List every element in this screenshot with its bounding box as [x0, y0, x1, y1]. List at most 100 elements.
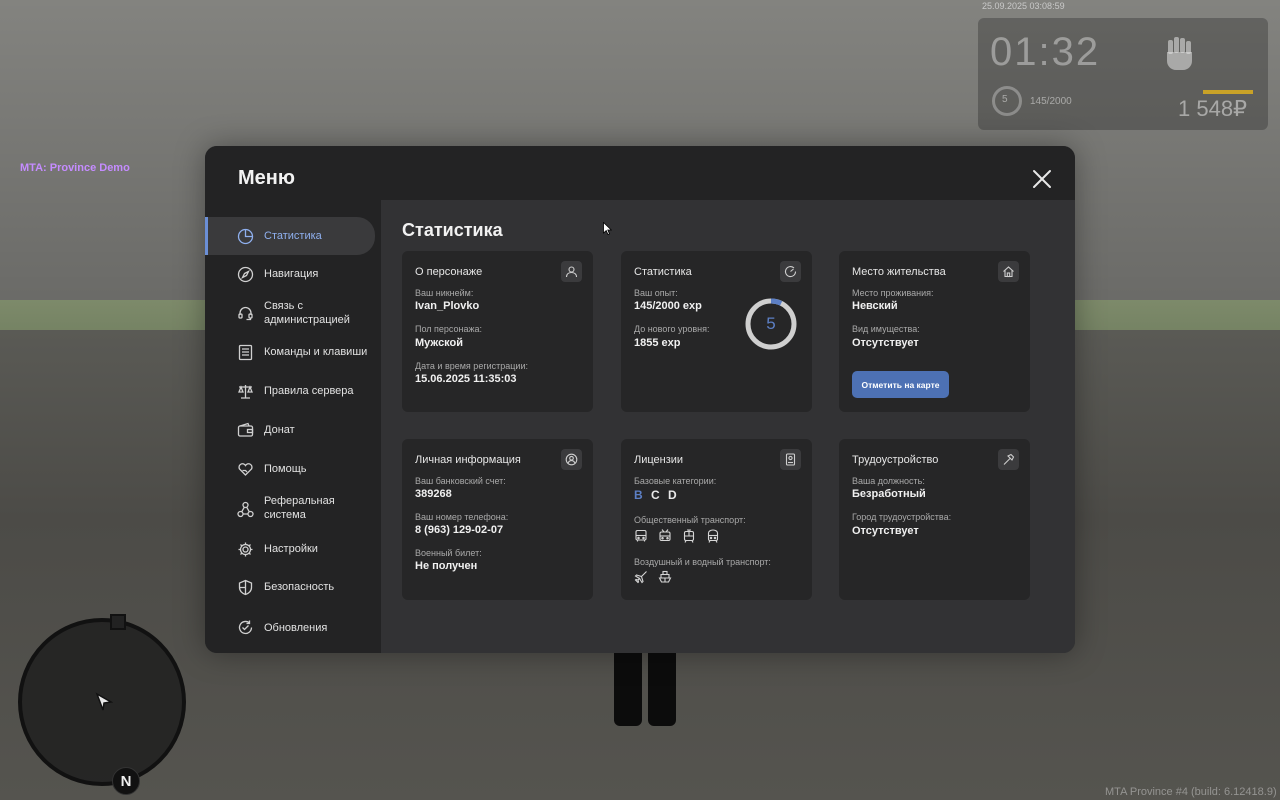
card-residence: Место жительства Место проживания: Невск… [839, 251, 1030, 412]
sidebar-item-label: Правила сервера [264, 385, 354, 397]
sidebar-item-label: Безопасность [264, 581, 335, 593]
bus-icon [634, 529, 648, 543]
hammer-icon [998, 449, 1019, 470]
heart-hand-icon [237, 461, 254, 478]
fist-icon [1164, 36, 1194, 74]
close-icon [1033, 170, 1051, 188]
sidebar-item-label: Статистика [264, 230, 322, 242]
menu-sidebar: Статистика Навигация Связь с администрац… [205, 200, 381, 653]
sidebar-item-rules[interactable]: Правила сервера [205, 371, 375, 411]
player-character [610, 652, 680, 730]
sidebar-item-admin-contact[interactable]: Связь с администрацией [205, 293, 375, 333]
level-value: 5 [766, 314, 776, 333]
sidebar-item-label: Навигация [264, 268, 319, 280]
card-title: О персонаже [415, 266, 483, 278]
military-label: Военный билет: [415, 548, 482, 558]
hud-money-bar [1203, 90, 1253, 94]
mark-on-map-button[interactable]: Отметить на карте [852, 371, 949, 398]
card-employment: Трудоустройство Ваша должность: Безработ… [839, 439, 1030, 600]
sidebar-item-referral[interactable]: Реферальная система [205, 489, 375, 529]
hud-timestamp: 25.09.2025 03:08:59 [982, 1, 1065, 11]
gauge-icon [780, 261, 801, 282]
position-label: Ваша должность: [852, 476, 925, 486]
id-card-icon [780, 449, 801, 470]
work-city-label: Город трудоустройства: [852, 512, 952, 522]
place-value: Невский [852, 300, 898, 312]
headset-icon [237, 305, 254, 322]
military-value: Не получен [415, 560, 478, 572]
gear-icon [237, 541, 254, 558]
property-label: Вид имущества: [852, 324, 920, 334]
property-value: Отсутствует [852, 337, 919, 349]
home-icon [998, 261, 1019, 282]
sidebar-item-help[interactable]: Помощь [205, 449, 375, 489]
card-licenses: Лицензии Базовые категории: B C D Общест… [621, 439, 812, 600]
base-categories-label: Базовые категории: [634, 476, 717, 486]
mouse-cursor-icon [603, 222, 612, 235]
sidebar-item-settings[interactable]: Настройки [205, 529, 375, 567]
card-stats: Статистика Ваш опыт: 145/2000 exp До нов… [621, 251, 812, 412]
gender-label: Пол персонажа: [415, 324, 483, 334]
sidebar-item-label: Команды и клавиши [264, 346, 368, 358]
sidebar-item-label: Донат [264, 424, 295, 436]
sidebar-item-label: Настройки [264, 543, 318, 555]
license-category-d: D [668, 488, 677, 502]
trolleybus-icon [658, 529, 672, 543]
sidebar-item-commands[interactable]: Команды и клавиши [205, 333, 375, 371]
nick-label: Ваш никнейм: [415, 288, 474, 298]
sidebar-item-label: Реферальная система [264, 495, 335, 521]
wallet-icon [237, 422, 254, 439]
license-category-c: C [651, 488, 660, 502]
shield-icon [237, 579, 254, 596]
sidebar-item-navigation[interactable]: Навигация [205, 255, 375, 293]
server-tag: MTA: Province Demo [20, 162, 130, 174]
phone-value: 8 (963) 129-02-07 [415, 524, 504, 536]
menu-modal: Меню Статистика Навигация Связь с админи… [205, 146, 1075, 653]
compass-icon [237, 266, 254, 283]
sidebar-item-label: Обновления [264, 622, 328, 634]
exp-label: Ваш опыт: [634, 288, 678, 298]
bank-value: 389268 [415, 488, 452, 500]
sidebar-item-label: Связь с администрацией [264, 300, 350, 326]
menu-title: Меню [238, 167, 295, 189]
hud-money: 1 548₽ [1178, 96, 1248, 121]
refresh-check-icon [237, 619, 254, 636]
plane-icon [634, 570, 648, 584]
bank-label: Ваш банковский счет: [415, 476, 506, 486]
work-city-value: Отсутствует [852, 525, 919, 537]
metro-icon [706, 529, 720, 543]
gender-value: Мужской [415, 337, 464, 349]
sidebar-item-stats[interactable]: Статистика [205, 217, 375, 255]
stats-content: Статистика О персонаже Ваш никнейм: Ivan… [381, 200, 1075, 653]
scales-icon [237, 383, 254, 400]
card-title: Лицензии [634, 454, 684, 466]
hud-clock: 01:32 [990, 30, 1101, 74]
air-water-transport-label: Воздушный и водный транспорт: [634, 557, 771, 567]
reg-label: Дата и время регистрации: [415, 361, 528, 371]
minimap-marker [110, 614, 126, 630]
place-label: Место проживания: [852, 288, 934, 298]
compass-north: N [112, 767, 140, 795]
close-button[interactable] [1031, 168, 1053, 190]
player-arrow-icon [95, 692, 114, 712]
network-icon [237, 501, 254, 518]
build-tag: MTA Province #4 (build: 6.12418.9) [1105, 786, 1277, 798]
user-circle-icon [561, 449, 582, 470]
reg-value: 15.06.2025 11:35:03 [415, 373, 517, 385]
card-title: Статистика [634, 266, 692, 278]
pie-chart-icon [237, 228, 254, 245]
sidebar-item-donate[interactable]: Донат [205, 411, 375, 449]
position-value: Безработный [852, 488, 926, 500]
next-value: 1855 exp [634, 337, 681, 349]
public-transport-label: Общественный транспорт: [634, 515, 746, 525]
user-icon [561, 261, 582, 282]
card-character: О персонаже Ваш никнейм: Ivan_Plovko Пол… [402, 251, 593, 412]
next-label: До нового уровня: [634, 324, 710, 334]
nick-value: Ivan_Plovko [415, 300, 480, 312]
sidebar-item-security[interactable]: Безопасность [205, 567, 375, 607]
sidebar-item-updates[interactable]: Обновления [205, 607, 375, 647]
page-title: Статистика [402, 220, 503, 240]
card-title: Личная информация [415, 454, 521, 466]
boat-icon [658, 570, 672, 584]
keyboard-list-icon [237, 344, 254, 361]
